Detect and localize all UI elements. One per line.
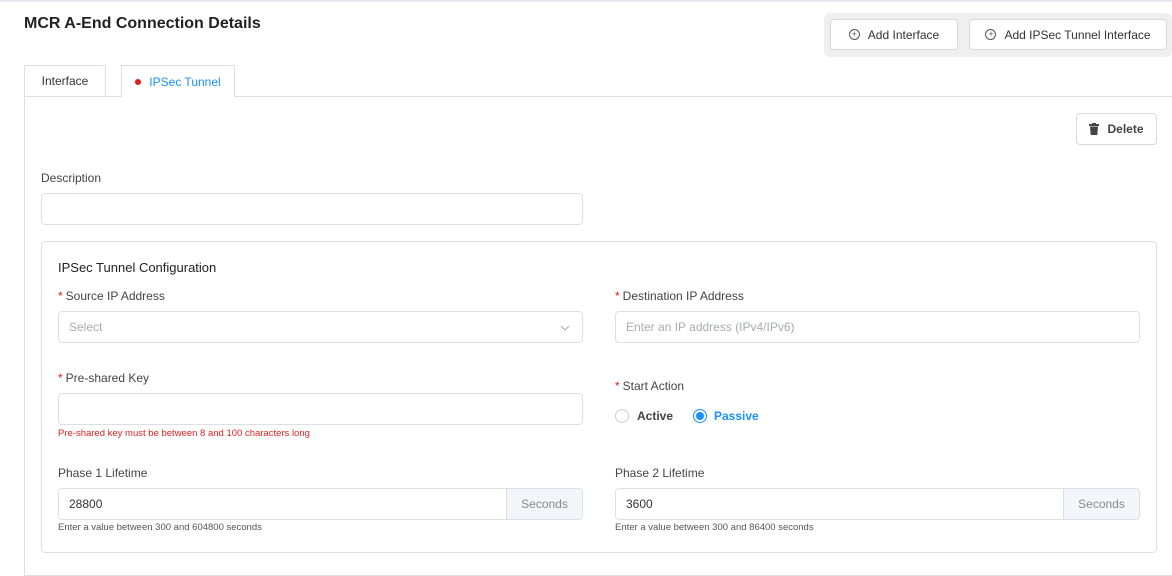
trash-icon <box>1089 123 1100 135</box>
phase2-unit: Seconds <box>1063 489 1139 519</box>
add-ipsec-label: Add IPSec Tunnel Interface <box>1004 27 1151 42</box>
source-ip-select[interactable]: Select <box>58 311 583 343</box>
top-divider <box>0 0 1172 2</box>
tab-label: Interface <box>41 74 89 88</box>
radio-passive-label: Passive <box>714 409 759 423</box>
source-ip-label: * Source IP Address <box>58 289 165 303</box>
radio-active-label: Active <box>637 409 674 423</box>
radio-circle[interactable] <box>615 409 629 423</box>
phase1-hint: Enter a value between 300 and 604800 sec… <box>58 522 262 533</box>
phase2-hint: Enter a value between 300 and 86400 seco… <box>615 522 814 533</box>
config-title: IPSec Tunnel Configuration <box>58 260 217 275</box>
plus-circle-icon: + <box>848 29 860 40</box>
source-ip-placeholder: Select <box>69 320 103 334</box>
radio-active[interactable]: Active <box>615 409 673 423</box>
description-input[interactable] <box>41 193 583 225</box>
delete-label: Delete <box>1107 122 1144 136</box>
plus-circle-icon: + <box>985 29 997 40</box>
phase1-unit: Seconds <box>506 489 582 519</box>
chevron-down-icon <box>560 325 570 331</box>
psk-label: * Pre-shared Key <box>58 371 150 385</box>
radio-circle-selected[interactable] <box>693 409 707 423</box>
dest-ip-placeholder: Enter an IP address (IPv4/IPv6) <box>626 320 795 334</box>
phase2-label: Phase 2 Lifetime <box>615 466 705 480</box>
psk-error: Pre-shared key must be between 8 and 100… <box>58 428 310 439</box>
phase1-value: 28800 <box>69 497 103 511</box>
dest-ip-label: * Destination IP Address <box>615 289 744 303</box>
description-label: Description <box>41 171 102 185</box>
tab-label: IPSec Tunnel <box>149 74 221 89</box>
phase1-label: Phase 1 Lifetime <box>58 466 148 480</box>
phase2-input[interactable]: 3600 Seconds <box>615 488 1140 520</box>
add-interface-button[interactable]: + Add Interface <box>830 19 958 50</box>
start-action-label: * Start Action <box>615 379 685 393</box>
psk-input[interactable] <box>58 393 583 425</box>
error-dot-icon <box>135 78 142 85</box>
radio-passive[interactable]: Passive <box>693 409 759 423</box>
dest-ip-input[interactable]: Enter an IP address (IPv4/IPv6) <box>615 311 1140 343</box>
phase2-value: 3600 <box>626 497 653 511</box>
add-ipsec-tunnel-button[interactable]: + Add IPSec Tunnel Interface <box>969 19 1167 50</box>
add-interface-label: Add Interface <box>867 27 940 42</box>
page-title: MCR A-End Connection Details <box>24 15 261 32</box>
tab-interface[interactable]: Interface <box>24 65 106 96</box>
phase1-input[interactable]: 28800 Seconds <box>58 488 583 520</box>
tab-ipsec-tunnel[interactable]: IPSec Tunnel <box>121 65 235 97</box>
delete-button[interactable]: Delete <box>1076 113 1157 145</box>
add-button-group: + Add Interface + Add IPSec Tunnel Interfa… <box>824 13 1172 57</box>
